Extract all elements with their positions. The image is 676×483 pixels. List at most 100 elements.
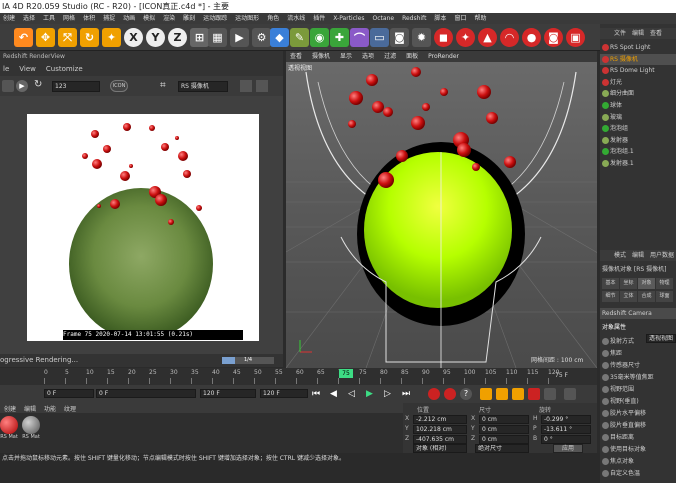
attr-subtab[interactable]: 物理 bbox=[656, 278, 673, 289]
param-toggle-icon[interactable] bbox=[602, 350, 609, 357]
menu-item[interactable]: 运动跟踪 bbox=[203, 13, 227, 24]
camera-icon[interactable]: ◙ bbox=[390, 28, 409, 47]
material-tab[interactable]: 纹理 bbox=[64, 404, 76, 413]
material-swatch-1[interactable] bbox=[0, 416, 18, 434]
om-tab[interactable]: 文件 bbox=[614, 30, 626, 37]
object-row[interactable]: 玻璃 bbox=[600, 112, 676, 123]
play-forward-icon[interactable]: ▶ bbox=[366, 388, 378, 400]
material-tab[interactable]: 功能 bbox=[44, 404, 56, 413]
render-view-icon[interactable]: ▶ bbox=[230, 28, 249, 47]
object-row[interactable]: 球体 bbox=[600, 100, 676, 111]
attr-field-row[interactable]: 自定义色温 bbox=[600, 468, 676, 479]
render-settings-icon[interactable]: ⚙ bbox=[252, 28, 271, 47]
menu-item[interactable]: 动画 bbox=[123, 13, 135, 24]
key-rotate-icon[interactable] bbox=[496, 388, 508, 400]
attr-field-row[interactable]: 传感器尺寸 bbox=[600, 360, 676, 371]
attr-field-row[interactable]: 焦点对象 bbox=[600, 456, 676, 467]
menu-item[interactable]: 脚本 bbox=[434, 13, 446, 24]
coord-system-icon[interactable]: ⊞ bbox=[190, 28, 209, 47]
key-scale-icon[interactable] bbox=[512, 388, 524, 400]
object-row[interactable]: 灯光 bbox=[600, 77, 676, 88]
goto-end-icon[interactable]: ⏭ bbox=[402, 388, 414, 400]
rs-dome-icon[interactable]: ◠ bbox=[500, 28, 519, 47]
rs-spot-icon[interactable]: ▲ bbox=[478, 28, 497, 47]
generator-icon[interactable]: ✚ bbox=[330, 28, 349, 47]
menu-item[interactable]: 帮助 bbox=[474, 13, 486, 24]
rv-menu-view[interactable]: View bbox=[19, 62, 36, 76]
om-tab[interactable]: 查看 bbox=[650, 30, 662, 37]
prev-key-icon[interactable]: ◀ bbox=[330, 388, 342, 400]
icon-badge[interactable]: ICON bbox=[110, 80, 128, 92]
param-toggle-icon[interactable] bbox=[602, 422, 609, 429]
viewport-tab[interactable]: 显示 bbox=[340, 51, 352, 62]
move-icon[interactable]: ✥ bbox=[36, 28, 55, 47]
frame-current-field[interactable]: 0 F bbox=[96, 389, 196, 398]
lock-icon[interactable] bbox=[256, 80, 268, 92]
rs-camera-icon[interactable]: ◙ bbox=[544, 28, 563, 47]
light-icon[interactable]: ✹ bbox=[412, 28, 431, 47]
z-axis-icon[interactable]: Z bbox=[168, 28, 187, 47]
param-toggle-icon[interactable] bbox=[602, 386, 609, 393]
material-tab[interactable]: 创建 bbox=[4, 404, 16, 413]
coord-position-field[interactable]: -407.635 cm bbox=[413, 435, 467, 444]
render-frame-icon[interactable] bbox=[2, 80, 14, 92]
record-key-icon[interactable] bbox=[428, 388, 440, 400]
current-frame-marker[interactable]: 75 bbox=[339, 369, 353, 378]
object-row[interactable]: 泡泡组 bbox=[600, 123, 676, 134]
deformer-icon[interactable]: ⌒ bbox=[350, 28, 369, 47]
coord-apply-button[interactable]: 应用 bbox=[553, 444, 583, 453]
floor-icon[interactable]: ▭ bbox=[370, 28, 389, 47]
rs-material-icon[interactable]: ● bbox=[522, 28, 541, 47]
redshift-camera-tab[interactable]: Redshift Camera bbox=[600, 308, 676, 319]
menu-item[interactable]: 工具 bbox=[43, 13, 55, 24]
menu-item[interactable]: 体积 bbox=[83, 13, 95, 24]
viewport-3d[interactable]: 透视视图 网格间距 : 100 cm bbox=[286, 62, 597, 368]
rs-light-icon[interactable]: ✦ bbox=[456, 28, 475, 47]
coord-size-field[interactable]: 0 cm bbox=[479, 425, 529, 434]
menu-item[interactable]: 模拟 bbox=[143, 13, 155, 24]
param-toggle-icon[interactable] bbox=[602, 338, 609, 345]
undo-icon[interactable]: ↶ bbox=[14, 28, 33, 47]
attr-field-row[interactable]: 焦距 bbox=[600, 348, 676, 359]
param-toggle-icon[interactable] bbox=[602, 374, 609, 381]
attr-subtab[interactable]: 对象 bbox=[638, 278, 655, 289]
coord-position-field[interactable]: -2.212 cm bbox=[413, 415, 467, 424]
menu-item[interactable]: 创建 bbox=[3, 13, 15, 24]
object-row[interactable]: 细分曲面 bbox=[600, 88, 676, 99]
coord-rotation-field[interactable]: -13.611 ° bbox=[541, 425, 591, 434]
rv-menu-file[interactable]: le bbox=[3, 62, 9, 76]
viewport-tab[interactable]: ProRender bbox=[428, 51, 459, 62]
next-frame-icon[interactable]: ▷ bbox=[384, 388, 396, 400]
attr-subtab[interactable]: 球面 bbox=[656, 291, 673, 302]
param-toggle-icon[interactable] bbox=[602, 434, 609, 441]
object-row[interactable]: 发射器.1 bbox=[600, 158, 676, 169]
menu-item[interactable]: 运动图形 bbox=[235, 13, 259, 24]
rs-camera-dropdown[interactable]: RS 摄像机 bbox=[178, 81, 228, 92]
coord-position-field[interactable]: 102.218 cm bbox=[413, 425, 467, 434]
om-tab[interactable]: 编辑 bbox=[632, 30, 644, 37]
attr-subtab[interactable]: 合成 bbox=[638, 291, 655, 302]
attr-subtab[interactable]: 细节 bbox=[602, 291, 619, 302]
menu-item[interactable]: 窗口 bbox=[454, 13, 466, 24]
coord-mode-dropdown[interactable]: 对象 (相对) bbox=[413, 444, 467, 453]
object-row[interactable]: RS Spot Light bbox=[600, 42, 676, 53]
menu-item[interactable]: 插件 bbox=[313, 13, 325, 24]
crop-icon[interactable]: ⌗ bbox=[160, 80, 172, 92]
coord-size-field[interactable]: 0 cm bbox=[479, 435, 529, 444]
object-row[interactable]: RS 摄像机 bbox=[600, 53, 676, 65]
render-canvas[interactable]: Frame 75 2020-07-14 13:01:55 (0.21s) bbox=[0, 96, 283, 354]
rotate-icon[interactable]: ↻ bbox=[80, 28, 99, 47]
param-toggle-icon[interactable] bbox=[602, 410, 609, 417]
attr-field-row[interactable]: 视野范围 bbox=[600, 384, 676, 395]
viewport-tab[interactable]: 查看 bbox=[290, 51, 302, 62]
menu-item[interactable]: 雕刻 bbox=[183, 13, 195, 24]
goto-start-icon[interactable]: ⏮ bbox=[312, 388, 324, 400]
menu-item[interactable]: 流水线 bbox=[287, 13, 305, 24]
param-toggle-icon[interactable] bbox=[602, 398, 609, 405]
attr-field-row[interactable]: 目标距离 bbox=[600, 432, 676, 443]
param-toggle-icon[interactable] bbox=[602, 446, 609, 453]
viewport-tab[interactable]: 摄像机 bbox=[312, 51, 330, 62]
object-row[interactable]: RS Dome Light bbox=[600, 65, 676, 76]
frame-start-field[interactable]: 0 F bbox=[44, 389, 94, 398]
frame-end-field[interactable]: 120 F bbox=[260, 389, 308, 398]
